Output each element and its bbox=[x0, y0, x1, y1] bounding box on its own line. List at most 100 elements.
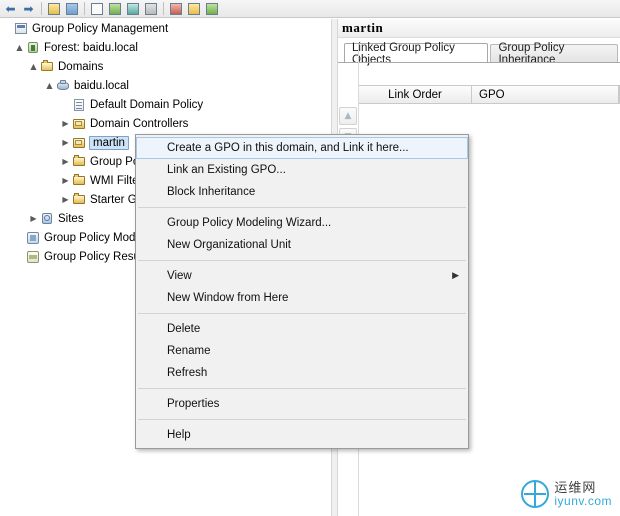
toolbar-separator-1 bbox=[41, 2, 42, 15]
tree-item-forest-baidu-local[interactable]: ▲ Forest: baidu.local bbox=[0, 38, 331, 57]
menu-item-label: Block Inheritance bbox=[167, 186, 256, 198]
menu-item-label: Create a GPO in this domain, and Link it… bbox=[167, 142, 409, 154]
watermark-line2: iyunv.com bbox=[554, 493, 612, 508]
menu-item-group-policy-modeling-wizard[interactable]: Group Policy Modeling Wizard... bbox=[136, 212, 468, 234]
forward-arrow-icon[interactable]: ➡ bbox=[20, 1, 37, 17]
tree-item-label: Domain Controllers bbox=[90, 117, 189, 130]
column-header-link-order[interactable]: Link Order bbox=[359, 86, 472, 103]
expand-collapse-icon[interactable]: ▶ bbox=[60, 114, 71, 133]
tree-item-domains[interactable]: ▲ Domains bbox=[0, 57, 331, 76]
tree-item-icon-wrap bbox=[71, 190, 88, 209]
expand-collapse-icon[interactable]: ▶ bbox=[60, 133, 71, 152]
chevron-right-icon: ▶ bbox=[452, 271, 459, 281]
toolbar: ⬅ ➡ bbox=[0, 0, 620, 18]
export-list-icon[interactable] bbox=[124, 1, 141, 17]
tree-item-default-domain-policy[interactable]: Default Domain Policy bbox=[0, 95, 331, 114]
tab-group-policy-inheritance[interactable]: Group Policy Inheritance bbox=[490, 42, 618, 66]
tree-item-group-policy-management[interactable]: Group Policy Management bbox=[0, 19, 331, 38]
expand-collapse-icon[interactable]: ▶ bbox=[28, 209, 39, 228]
menu-item-block-inheritance[interactable]: Block Inheritance bbox=[136, 181, 468, 203]
gpo-icon bbox=[72, 98, 87, 112]
menu-separator bbox=[138, 313, 466, 314]
tabstrip-underline bbox=[338, 62, 620, 63]
menu-item-label: Delete bbox=[167, 323, 201, 335]
organizational-unit-icon bbox=[72, 136, 87, 150]
page-title: martin bbox=[342, 20, 384, 35]
details-pane-header: martin bbox=[338, 19, 620, 38]
tree-item-label: baidu.local bbox=[74, 79, 129, 92]
tree-item-icon-wrap bbox=[39, 209, 56, 228]
menu-item-label: Link an Existing GPO... bbox=[167, 164, 286, 176]
menu-item-refresh[interactable]: Refresh bbox=[136, 362, 468, 384]
menu-item-label: New Organizational Unit bbox=[167, 239, 292, 251]
delete-icon[interactable] bbox=[185, 1, 202, 17]
tree-item-icon-wrap bbox=[71, 152, 88, 171]
toolbar-separator-2 bbox=[84, 2, 85, 15]
menu-item-new-window-from-here[interactable]: New Window from Here bbox=[136, 287, 468, 309]
show-hide-tree-icon[interactable] bbox=[63, 1, 80, 17]
menu-separator bbox=[138, 260, 466, 261]
column-header-gpo[interactable]: GPO bbox=[472, 86, 619, 103]
menu-item-label: Help bbox=[167, 429, 191, 441]
menu-item-label: New Window from Here bbox=[167, 292, 289, 304]
tree-item-label: Group Policy Management bbox=[32, 22, 169, 35]
tree-item-label: Default Domain Policy bbox=[90, 98, 204, 111]
help-icon[interactable] bbox=[142, 1, 159, 17]
toolbar-separator-3 bbox=[163, 2, 164, 15]
folder-icon bbox=[72, 192, 87, 207]
tree-item-icon-wrap bbox=[71, 114, 88, 133]
menu-item-view[interactable]: View ▶ bbox=[136, 265, 468, 287]
globe-icon bbox=[521, 480, 550, 508]
gpo-list-header: Link Order GPO bbox=[358, 85, 620, 104]
modeling-icon bbox=[26, 231, 41, 245]
tab-linked-group-policy-objects[interactable]: Linked Group Policy Objects bbox=[344, 42, 489, 66]
collapse-icon[interactable]: ▲ bbox=[14, 38, 25, 57]
folder-icon bbox=[72, 154, 87, 169]
back-arrow-icon[interactable]: ⬅ bbox=[2, 1, 19, 17]
menu-item-label: View bbox=[167, 270, 192, 282]
tree-item-label: Sites bbox=[58, 212, 84, 225]
menu-item-create-a-gpo-in-this-domain-and-link-it-here[interactable]: Create a GPO in this domain, and Link it… bbox=[136, 137, 468, 159]
expand-collapse-icon[interactable]: ▶ bbox=[60, 152, 71, 171]
domains-folder-icon bbox=[40, 59, 55, 74]
folder-up-icon[interactable] bbox=[45, 1, 62, 17]
menu-item-link-an-existing-gpo[interactable]: Link an Existing GPO... bbox=[136, 159, 468, 181]
sites-icon bbox=[40, 212, 55, 226]
properties-icon[interactable] bbox=[88, 1, 105, 17]
tree-item-icon-wrap bbox=[71, 171, 88, 190]
tree-item-icon-wrap bbox=[55, 76, 72, 95]
tree-item-icon-wrap bbox=[71, 95, 88, 114]
collapse-icon[interactable]: ▲ bbox=[28, 57, 39, 76]
forest-icon bbox=[26, 41, 41, 55]
refresh-icon[interactable] bbox=[106, 1, 123, 17]
tree-item-icon-wrap bbox=[25, 247, 42, 266]
menu-item-label: Properties bbox=[167, 398, 220, 410]
menu-item-label: Group Policy Modeling Wizard... bbox=[167, 217, 332, 229]
menu-separator bbox=[138, 388, 466, 389]
watermark-text: 运维网 iyunv.com bbox=[554, 481, 612, 507]
expand-collapse-icon[interactable]: ▶ bbox=[60, 190, 71, 209]
move-link-up-button[interactable]: ▲ bbox=[339, 107, 357, 125]
menu-item-help[interactable]: Help bbox=[136, 424, 468, 446]
tree-item-baidu-local[interactable]: ▲ baidu.local bbox=[0, 76, 331, 95]
details-tabstrip[interactable]: Linked Group Policy Objects Group Policy… bbox=[338, 42, 620, 66]
organizational-unit-icon bbox=[72, 117, 87, 131]
menu-item-label: Refresh bbox=[167, 367, 208, 379]
tree-item-label: Forest: baidu.local bbox=[44, 41, 138, 54]
collapse-icon[interactable]: ▲ bbox=[44, 76, 55, 95]
menu-item-rename[interactable]: Rename bbox=[136, 340, 468, 362]
menu-item-properties[interactable]: Properties bbox=[136, 393, 468, 415]
menu-item-delete[interactable]: Delete bbox=[136, 318, 468, 340]
tree-item-icon-wrap bbox=[39, 57, 56, 76]
new-window-icon[interactable] bbox=[167, 1, 184, 17]
context-menu[interactable]: Create a GPO in this domain, and Link it… bbox=[135, 134, 469, 449]
filter-icon[interactable] bbox=[203, 1, 220, 17]
expand-collapse-icon[interactable]: ▶ bbox=[60, 171, 71, 190]
menu-item-new-organizational-unit[interactable]: New Organizational Unit bbox=[136, 234, 468, 256]
tree-item-domain-controllers[interactable]: ▶ Domain Controllers bbox=[0, 114, 331, 133]
tree-item-icon-wrap bbox=[71, 133, 88, 152]
tree-item-icon-wrap bbox=[25, 38, 42, 57]
